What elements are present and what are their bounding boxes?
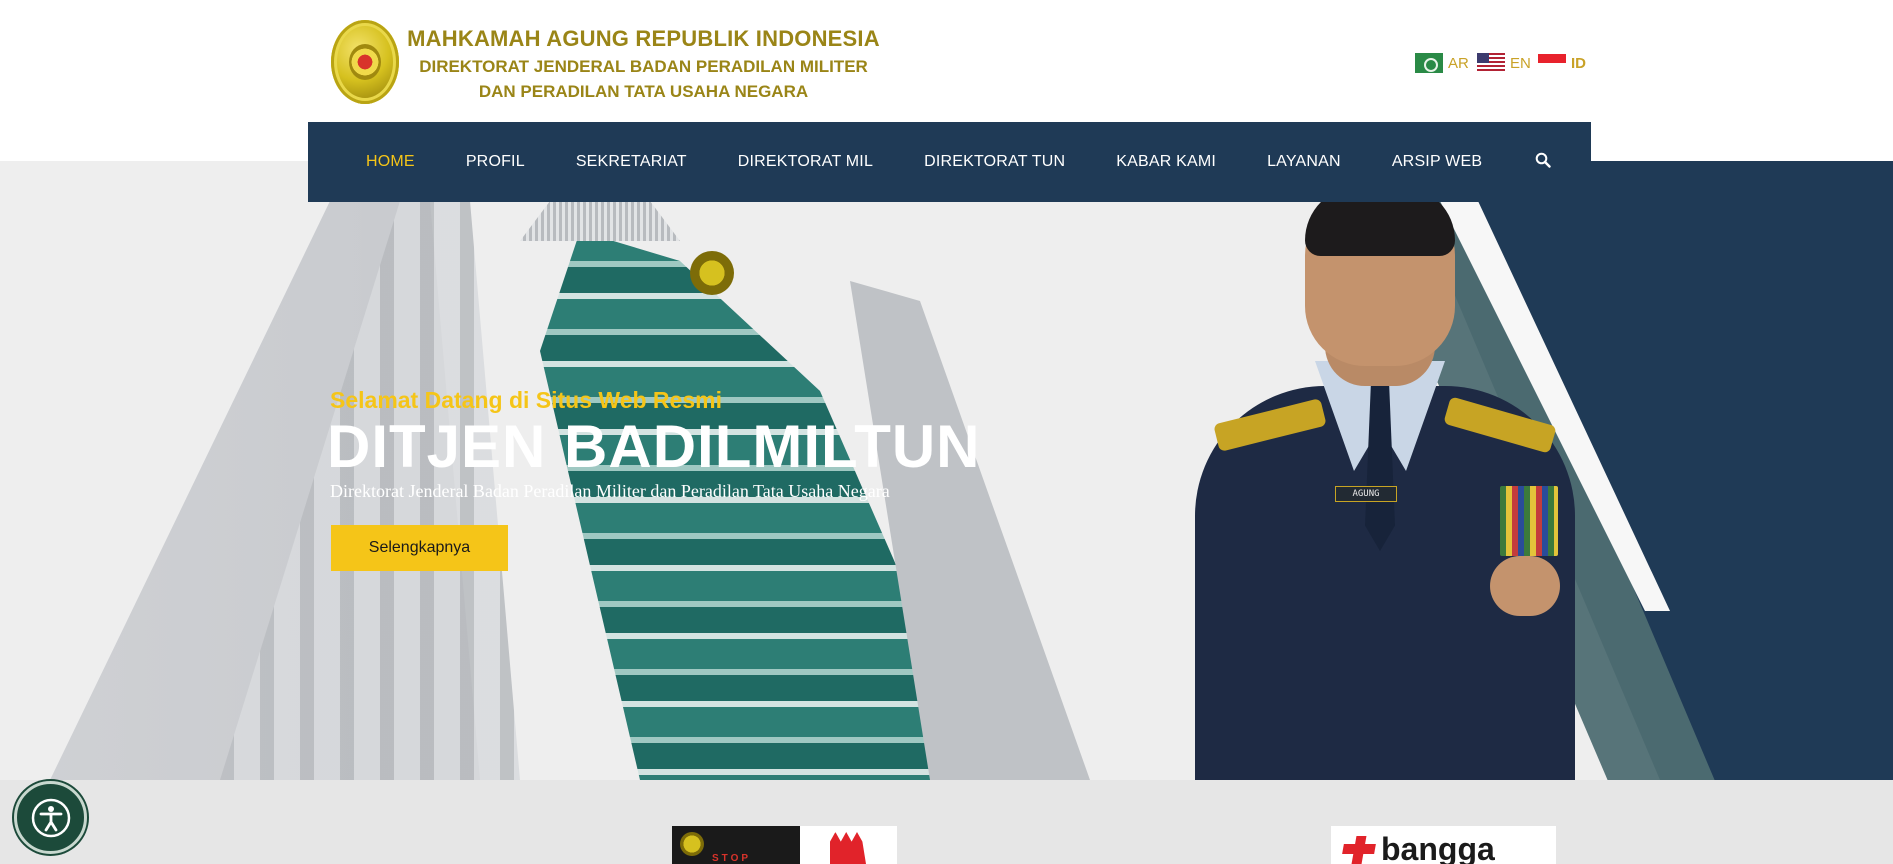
partner-banner-strip bbox=[0, 780, 1893, 864]
nav-item-kabar-kami[interactable]: KABAR KAMI bbox=[1116, 153, 1216, 171]
nav-item-arsip-web[interactable]: ARSIP WEB bbox=[1392, 153, 1482, 171]
logo-line-1: MAHKAMAH AGUNG REPUBLIK INDONESIA bbox=[407, 26, 880, 51]
read-more-button[interactable]: Selengkapnya bbox=[331, 525, 508, 571]
nav-item-direktorat-mil[interactable]: DIREKTORAT MIL bbox=[738, 153, 873, 171]
medal-ribbons bbox=[1500, 486, 1558, 556]
nav-item-sekretariat[interactable]: SEKRETARIAT bbox=[576, 153, 687, 171]
language-label: AR bbox=[1448, 54, 1469, 72]
seal-icon bbox=[680, 832, 704, 856]
bangga-banner[interactable]: bangga bbox=[1331, 826, 1556, 864]
search-icon[interactable] bbox=[1535, 152, 1553, 170]
hero-welcome-text: Selamat Datang di Situs Web Resmi bbox=[330, 387, 722, 413]
nav-item-home[interactable]: HOME bbox=[366, 153, 415, 171]
flag-ar-icon bbox=[1415, 53, 1443, 73]
logo-line-3: DAN PERADILAN TATA USAHA NEGARA bbox=[478, 82, 809, 101]
bangga-banner-text: bangga bbox=[1381, 831, 1495, 864]
red-cross-icon bbox=[1343, 830, 1375, 864]
hero-title: DITJEN BADILMILTUN bbox=[327, 413, 981, 480]
language-label: ID bbox=[1571, 54, 1586, 72]
officer-nametag: AGUNG bbox=[1335, 486, 1397, 502]
nav-item-direktorat-tun[interactable]: DIREKTORAT TUN bbox=[924, 153, 1065, 171]
nav-item-profil[interactable]: PROFIL bbox=[466, 153, 525, 171]
stop-banner-text: STOP bbox=[712, 853, 752, 864]
page: MAHKAMAH AGUNG REPUBLIK INDONESIA DIREKT… bbox=[0, 0, 1893, 864]
stop-campaign-banner[interactable]: STOP bbox=[672, 826, 897, 864]
language-label: EN bbox=[1510, 54, 1531, 72]
nav-item-layanan[interactable]: LAYANAN bbox=[1267, 153, 1341, 171]
main-navigation: HOME PROFIL SEKRETARIAT DIREKTORAT MIL D… bbox=[308, 122, 1591, 202]
accessibility-icon bbox=[31, 798, 71, 838]
accessibility-button[interactable] bbox=[14, 781, 87, 854]
flag-us-icon bbox=[1477, 53, 1505, 73]
flag-id-icon bbox=[1538, 54, 1566, 72]
language-id[interactable]: ID bbox=[1538, 53, 1586, 73]
language-en[interactable]: EN bbox=[1477, 53, 1531, 73]
hero-caption: Selamat Datang di Situs Web Resmi DITJEN… bbox=[327, 385, 1030, 503]
red-hand-icon bbox=[830, 832, 866, 864]
director-general-portrait: AGUNG bbox=[1195, 186, 1575, 780]
language-ar[interactable]: AR bbox=[1415, 53, 1469, 73]
hero-subtitle: Direktorat Jenderal Badan Peradilan Mili… bbox=[330, 481, 890, 501]
mahkamah-agung-seal-logo[interactable] bbox=[331, 20, 399, 104]
site-logo-text[interactable]: MAHKAMAH AGUNG REPUBLIK INDONESIA DIREKT… bbox=[406, 24, 881, 104]
logo-line-2: DIREKTORAT JENDERAL BADAN PERADILAN MILI… bbox=[419, 57, 868, 76]
